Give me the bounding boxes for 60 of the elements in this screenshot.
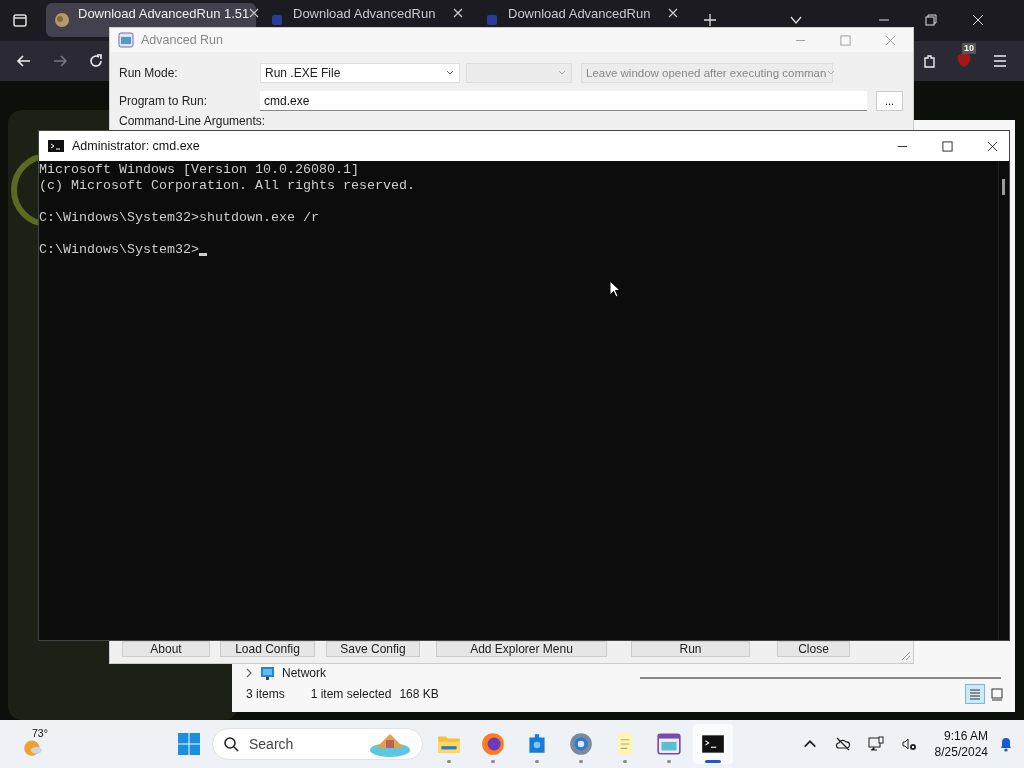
restore-icon[interactable] [925, 14, 937, 27]
nav-item[interactable]: Network [232, 665, 326, 681]
extension-badge: 10 [962, 42, 976, 54]
console-app-button[interactable] [693, 724, 733, 764]
window-title: Administrator: cmd.exe [72, 139, 201, 153]
program-field[interactable]: cmd.exe [260, 91, 867, 111]
field-label: Program to Run: [119, 94, 209, 108]
close-icon[interactable] [987, 140, 998, 152]
app-window-icon [118, 32, 134, 48]
dialog-button[interactable]: Add Explorer Menu [436, 641, 607, 657]
temperature: 73° [32, 727, 48, 739]
tab-favicon-icon [54, 12, 70, 29]
item-count: 3 items [246, 687, 285, 701]
selection-info: 1 item selected [310, 687, 392, 701]
close-tab-icon[interactable] [453, 8, 463, 19]
console-line: C:\Windows\System32> [39, 242, 199, 258]
globe-icon [480, 731, 506, 757]
cloud-off-icon[interactable] [834, 736, 851, 752]
details-view-button[interactable] [965, 684, 985, 704]
search-icon [223, 736, 239, 752]
close-tab-icon[interactable] [249, 8, 260, 19]
forward-icon[interactable] [52, 52, 68, 69]
clock[interactable]: 9:16 AM 8/25/2024 [934, 728, 988, 760]
new-tab-icon[interactable] [704, 14, 716, 27]
console-line: Microsoft Windows [Version 10.0.26080.1] [39, 162, 359, 178]
speaker-muted-icon[interactable] [900, 736, 917, 752]
app-window-icon [656, 731, 682, 757]
console-line: C:\Windows\System32>shutdown.exe /r [39, 210, 319, 226]
tab-overview-icon[interactable] [12, 12, 28, 29]
search-bar[interactable]: Search [212, 728, 423, 760]
selection-size: 168 KB [399, 687, 439, 701]
chevron-icon[interactable] [244, 668, 254, 678]
browse-button[interactable]: ... [876, 91, 903, 111]
list-icon [968, 687, 982, 701]
start-button[interactable] [178, 733, 200, 755]
search-field[interactable]: Search [247, 735, 351, 753]
dialog-button[interactable]: Run [631, 641, 750, 657]
dialog-button[interactable]: About [122, 641, 210, 657]
close-tab-icon[interactable] [668, 8, 678, 19]
maximize-icon[interactable] [942, 140, 953, 152]
console-line: (c) Microsoft Corporation. All rights reserved. [39, 178, 415, 194]
reload-icon[interactable] [88, 52, 104, 69]
tile-icon [990, 687, 1004, 701]
dialog-button[interactable]: Close [777, 641, 850, 657]
browser-tab[interactable]: Download AdvancedRun [476, 3, 686, 38]
resize-grip-icon[interactable] [899, 649, 911, 661]
scrollbar-thumb[interactable] [1002, 179, 1005, 195]
dialog-button[interactable]: Save Config [326, 641, 420, 657]
network-icon [260, 665, 276, 681]
browser-tab[interactable]: Download AdvancedRun [261, 3, 471, 38]
console-icon [48, 140, 64, 152]
run-mode-dropdown[interactable]: Run .EXE File [260, 63, 460, 83]
notification-bell-icon[interactable] [998, 736, 1014, 752]
back-icon[interactable] [16, 52, 32, 69]
settings-icon [568, 731, 594, 757]
mouse-pointer-icon [609, 280, 621, 298]
network-icon[interactable] [867, 736, 884, 752]
field-label: Run Mode: [119, 66, 179, 80]
dialog-button[interactable]: Load Config [220, 641, 315, 657]
menu-icon[interactable] [992, 52, 1008, 69]
